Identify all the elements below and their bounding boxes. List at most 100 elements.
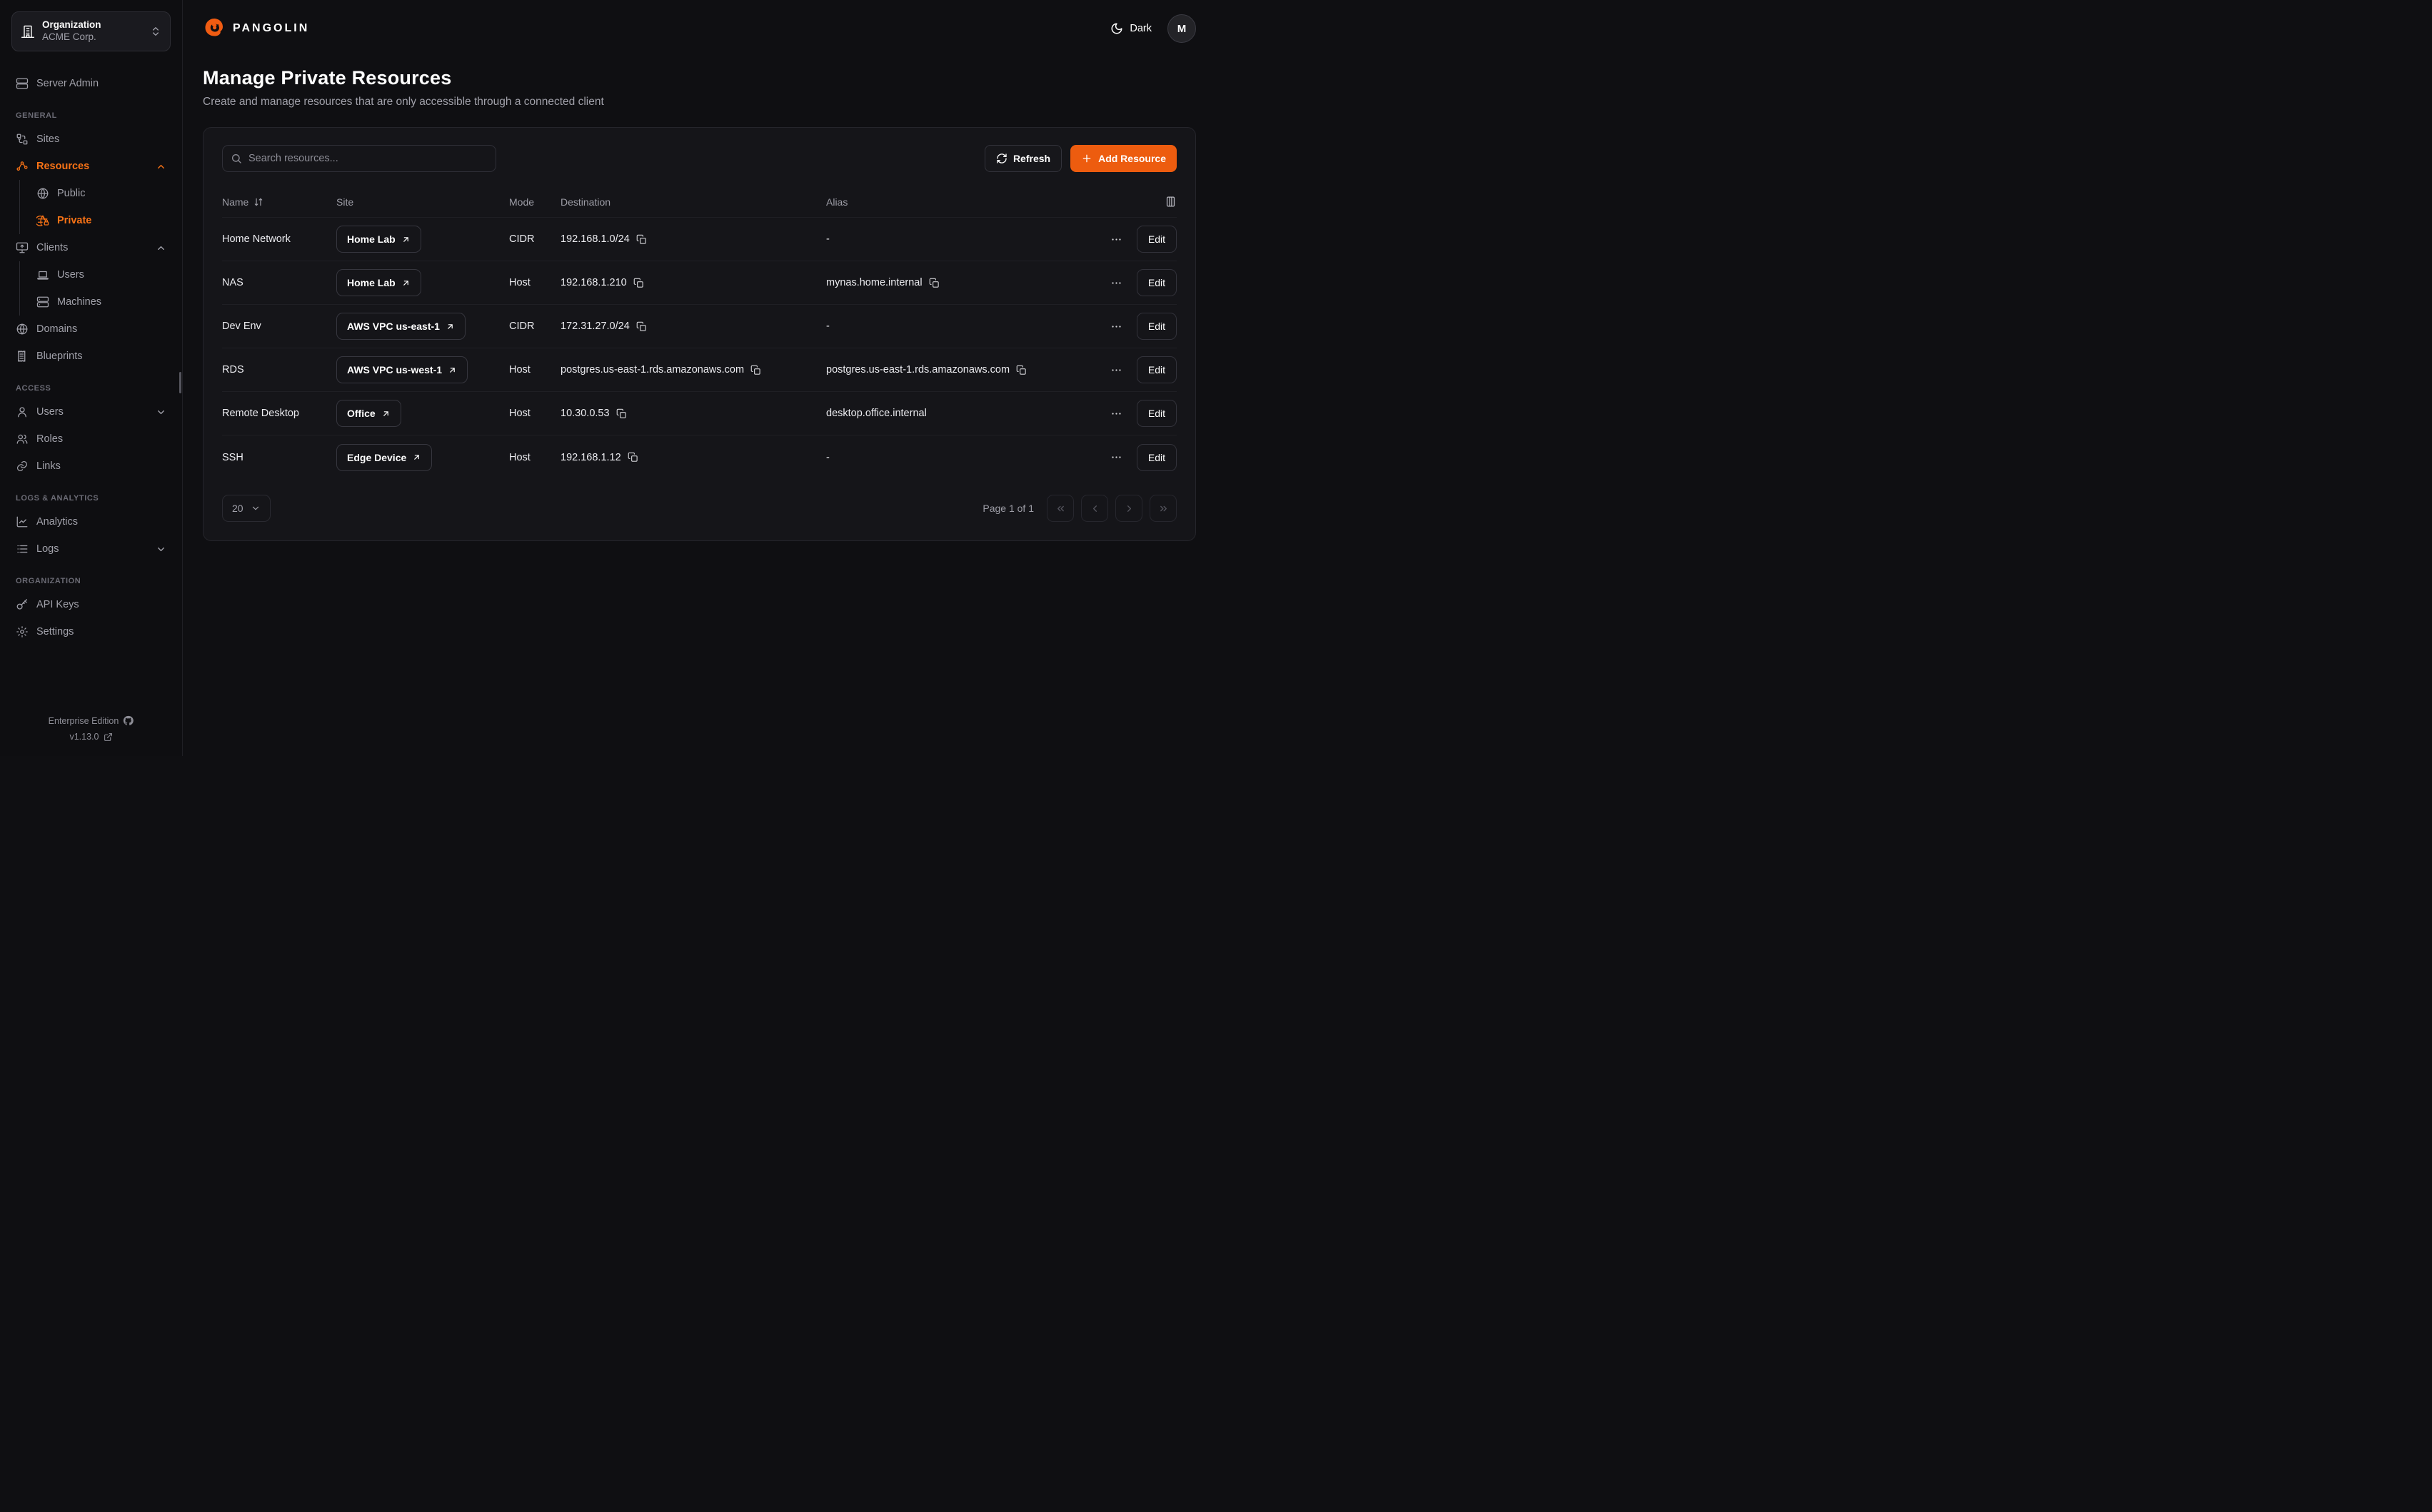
row-menu-button[interactable] (1107, 448, 1125, 466)
sidebar-item-blueprints[interactable]: Blueprints (11, 343, 171, 370)
sidebar-item-label: Roles (36, 433, 63, 445)
sidebar-item-client-users[interactable]: Users (32, 261, 171, 288)
sidebar-footer: Enterprise Edition v1.13.0 (11, 710, 171, 742)
pangolin-logo-icon (203, 17, 226, 40)
row-menu-button[interactable] (1107, 361, 1125, 379)
copy-icon[interactable] (636, 321, 647, 332)
brand[interactable]: PANGOLIN (203, 17, 309, 40)
sidebar-item-label: Users (36, 406, 64, 418)
edit-button[interactable]: Edit (1137, 356, 1177, 383)
resource-alias: mynas.home.internal (826, 277, 923, 288)
arrow-up-right-icon (401, 278, 411, 288)
table-header-row: Name Site Mode Destination Alias (222, 186, 1177, 218)
table-row: Home NetworkHome LabCIDR192.168.1.0/24-E… (222, 218, 1177, 261)
avatar[interactable]: M (1167, 14, 1196, 43)
edit-button[interactable]: Edit (1137, 226, 1177, 253)
org-selector[interactable]: Organization ACME Corp. (11, 11, 171, 51)
sidebar-item-public[interactable]: Public (32, 180, 171, 207)
resource-alias: postgres.us-east-1.rds.amazonaws.com (826, 364, 1010, 376)
resources-card: Refresh Add Resource Name Site (203, 127, 1196, 541)
arrow-up-right-icon (401, 235, 411, 244)
table-row: Remote DesktopOfficeHost10.30.0.53deskto… (222, 392, 1177, 435)
sidebar-item-resources[interactable]: Resources (11, 153, 171, 180)
brand-name: PANGOLIN (233, 22, 309, 35)
copy-icon[interactable] (636, 234, 647, 245)
sites-icon (16, 133, 29, 146)
chevron-up-icon[interactable] (156, 243, 166, 253)
page-size-select[interactable]: 20 (222, 495, 271, 522)
github-icon[interactable] (123, 715, 134, 726)
chevron-down-icon[interactable] (156, 407, 166, 418)
copy-icon[interactable] (633, 278, 644, 288)
row-menu-button[interactable] (1107, 318, 1125, 336)
theme-toggle[interactable]: Dark (1110, 22, 1152, 35)
sidebar-item-label: Analytics (36, 516, 78, 528)
site-link[interactable]: Office (336, 400, 401, 427)
row-menu-button[interactable] (1107, 405, 1125, 423)
sidebar-item-server-admin[interactable]: Server Admin (11, 70, 171, 97)
resource-alias: - (826, 233, 830, 245)
sidebar-item-label: Users (57, 269, 84, 281)
copy-icon[interactable] (616, 408, 627, 419)
moon-icon (1110, 22, 1123, 35)
sidebar-item-links[interactable]: Links (11, 453, 171, 480)
globe-lock-icon (36, 214, 49, 227)
copy-icon[interactable] (628, 452, 638, 463)
edit-button[interactable]: Edit (1137, 269, 1177, 296)
sidebar-item-domains[interactable]: Domains (11, 316, 171, 343)
sidebar: Organization ACME Corp. Server Admin GEN… (0, 0, 183, 756)
sidebar-item-analytics[interactable]: Analytics (11, 508, 171, 535)
resource-mode: Host (509, 277, 561, 288)
site-link[interactable]: Home Lab (336, 226, 421, 253)
chart-line-icon (16, 515, 29, 528)
sidebar-item-machines[interactable]: Machines (32, 288, 171, 316)
columns-toggle[interactable] (1070, 196, 1177, 208)
sidebar-item-roles[interactable]: Roles (11, 425, 171, 453)
prev-page-button[interactable] (1081, 495, 1108, 522)
edit-button[interactable]: Edit (1137, 444, 1177, 471)
next-page-button[interactable] (1115, 495, 1142, 522)
resource-name: Dev Env (222, 321, 336, 332)
resource-destination: 192.168.1.12 (561, 452, 621, 463)
resources-subnav: Public Private (19, 180, 171, 234)
copy-icon[interactable] (929, 278, 940, 288)
sidebar-item-users[interactable]: Users (11, 398, 171, 425)
first-page-button[interactable] (1047, 495, 1074, 522)
resource-mode: Host (509, 364, 561, 376)
refresh-button[interactable]: Refresh (985, 145, 1062, 172)
external-link-icon[interactable] (104, 732, 113, 742)
chevron-up-icon[interactable] (156, 161, 166, 172)
site-link[interactable]: AWS VPC us-west-1 (336, 356, 468, 383)
copy-icon[interactable] (750, 365, 761, 376)
sidebar-scrollbar[interactable] (179, 372, 181, 393)
edit-button[interactable]: Edit (1137, 400, 1177, 427)
site-link[interactable]: Home Lab (336, 269, 421, 296)
add-resource-button[interactable]: Add Resource (1070, 145, 1177, 172)
col-header-name[interactable]: Name (222, 196, 336, 208)
sidebar-item-label: Clients (36, 242, 68, 253)
sidebar-item-private[interactable]: Private (32, 207, 171, 234)
sidebar-item-label: Sites (36, 133, 59, 145)
sidebar-item-settings[interactable]: Settings (11, 618, 171, 645)
main-content: PANGOLIN Dark M Manage Private Resources… (183, 0, 1216, 756)
site-link[interactable]: Edge Device (336, 444, 432, 471)
section-access: ACCESS (16, 384, 166, 393)
edit-button[interactable]: Edit (1137, 313, 1177, 340)
page-title: Manage Private Resources (203, 67, 1196, 89)
sort-icon[interactable] (253, 197, 263, 207)
sidebar-item-sites[interactable]: Sites (11, 126, 171, 153)
sidebar-item-api-keys[interactable]: API Keys (11, 591, 171, 618)
sidebar-item-label: Private (57, 215, 91, 226)
sidebar-item-logs[interactable]: Logs (11, 535, 171, 563)
copy-icon[interactable] (1016, 365, 1027, 376)
site-link[interactable]: AWS VPC us-east-1 (336, 313, 466, 340)
section-logs-analytics: LOGS & ANALYTICS (16, 494, 166, 503)
chevrons-up-down-icon (150, 26, 161, 37)
search-input[interactable] (222, 145, 496, 172)
sidebar-item-label: Logs (36, 543, 59, 555)
row-menu-button[interactable] (1107, 231, 1125, 248)
chevron-down-icon[interactable] (156, 544, 166, 555)
last-page-button[interactable] (1150, 495, 1177, 522)
row-menu-button[interactable] (1107, 274, 1125, 292)
sidebar-item-clients[interactable]: Clients (11, 234, 171, 261)
